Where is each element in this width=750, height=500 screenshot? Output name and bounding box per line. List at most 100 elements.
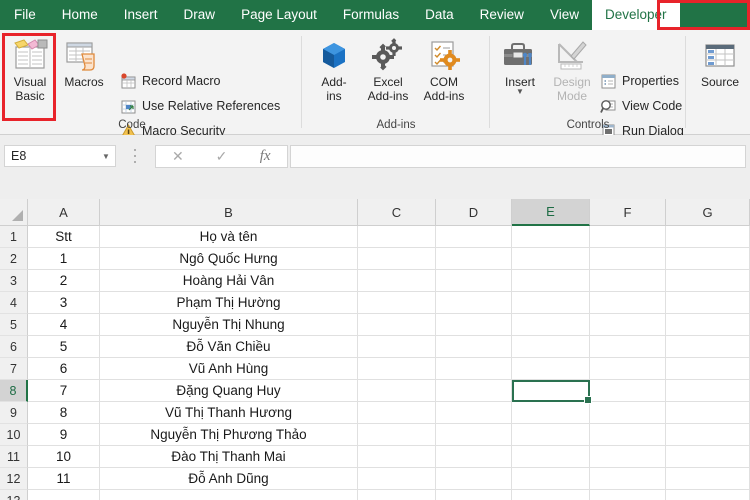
cell-G9[interactable] — [666, 402, 750, 424]
cell-F3[interactable] — [590, 270, 666, 292]
cell-D11[interactable] — [436, 446, 512, 468]
cell-B5[interactable]: Nguyễn Thị Nhung — [100, 314, 358, 336]
properties-button[interactable]: Properties — [600, 70, 679, 92]
macros-button[interactable]: Macros — [58, 34, 110, 89]
cell-D4[interactable] — [436, 292, 512, 314]
row-header-4[interactable]: 4 — [0, 292, 28, 314]
row-header-2[interactable]: 2 — [0, 248, 28, 270]
xml-source-button[interactable]: Source — [694, 34, 746, 89]
cell-A9[interactable]: 8 — [28, 402, 100, 424]
cell-G6[interactable] — [666, 336, 750, 358]
formula-bar-drag-handle[interactable] — [133, 147, 137, 165]
cell-C4[interactable] — [358, 292, 436, 314]
cell-E8[interactable] — [512, 380, 590, 402]
cell-A12[interactable]: 11 — [28, 468, 100, 490]
cell-C5[interactable] — [358, 314, 436, 336]
cell-A7[interactable]: 6 — [28, 358, 100, 380]
cell-B3[interactable]: Hoàng Hải Vân — [100, 270, 358, 292]
cell-G1[interactable] — [666, 226, 750, 248]
cell-A4[interactable]: 3 — [28, 292, 100, 314]
cell-G8[interactable] — [666, 380, 750, 402]
cell-D13[interactable] — [436, 490, 512, 500]
enter-icon[interactable]: ✓ — [200, 148, 244, 165]
cell-B8[interactable]: Đặng Quang Huy — [100, 380, 358, 402]
cell-A8[interactable]: 7 — [28, 380, 100, 402]
cell-E10[interactable] — [512, 424, 590, 446]
cell-E7[interactable] — [512, 358, 590, 380]
cell-F6[interactable] — [590, 336, 666, 358]
cell-F12[interactable] — [590, 468, 666, 490]
cell-C12[interactable] — [358, 468, 436, 490]
cell-D7[interactable] — [436, 358, 512, 380]
column-header-B[interactable]: B — [100, 199, 358, 226]
ribbon-tab-insert[interactable]: Insert — [111, 0, 171, 30]
cell-F1[interactable] — [590, 226, 666, 248]
cell-B1[interactable]: Họ và tên — [100, 226, 358, 248]
cell-G5[interactable] — [666, 314, 750, 336]
cell-C3[interactable] — [358, 270, 436, 292]
formula-input[interactable] — [290, 145, 746, 168]
cell-D8[interactable] — [436, 380, 512, 402]
cell-D3[interactable] — [436, 270, 512, 292]
cell-D5[interactable] — [436, 314, 512, 336]
row-header-1[interactable]: 1 — [0, 226, 28, 248]
cell-F8[interactable] — [590, 380, 666, 402]
cell-D2[interactable] — [436, 248, 512, 270]
cancel-icon[interactable]: ✕ — [156, 148, 200, 165]
cell-E13[interactable] — [512, 490, 590, 500]
cell-G2[interactable] — [666, 248, 750, 270]
visual-basic-button[interactable]: Visual Basic — [4, 34, 56, 103]
ribbon-tab-view[interactable]: View — [537, 0, 592, 30]
cell-D9[interactable] — [436, 402, 512, 424]
cell-F7[interactable] — [590, 358, 666, 380]
addins-button[interactable]: Add- ins — [308, 34, 360, 103]
cell-B2[interactable]: Ngô Quốc Hưng — [100, 248, 358, 270]
cell-F5[interactable] — [590, 314, 666, 336]
insert-control-button[interactable]: Insert ▼ — [494, 34, 546, 96]
cell-B12[interactable]: Đỗ Anh Dũng — [100, 468, 358, 490]
column-header-E[interactable]: E — [512, 199, 590, 226]
column-header-D[interactable]: D — [436, 199, 512, 226]
excel-addins-button[interactable]: Excel Add-ins — [362, 34, 414, 103]
cell-G4[interactable] — [666, 292, 750, 314]
cell-A11[interactable]: 10 — [28, 446, 100, 468]
column-header-F[interactable]: F — [590, 199, 666, 226]
cell-C6[interactable] — [358, 336, 436, 358]
ribbon-tab-developer[interactable]: Developer — [591, 0, 680, 30]
cell-E11[interactable] — [512, 446, 590, 468]
ribbon-tab-home[interactable]: Home — [49, 0, 111, 30]
ribbon-tab-file[interactable]: File — [0, 0, 49, 30]
column-header-A[interactable]: A — [28, 199, 100, 226]
cell-A2[interactable]: 1 — [28, 248, 100, 270]
row-header-6[interactable]: 6 — [0, 336, 28, 358]
cell-G13[interactable] — [666, 490, 750, 500]
cell-F9[interactable] — [590, 402, 666, 424]
ribbon-tab-review[interactable]: Review — [467, 0, 537, 30]
cell-C8[interactable] — [358, 380, 436, 402]
cell-B4[interactable]: Phạm Thị Hường — [100, 292, 358, 314]
row-header-3[interactable]: 3 — [0, 270, 28, 292]
cell-B10[interactable]: Nguyễn Thị Phương Thảo — [100, 424, 358, 446]
cell-A1[interactable]: Stt — [28, 226, 100, 248]
design-mode-button[interactable]: Design Mode — [546, 34, 598, 103]
ribbon-tab-formulas[interactable]: Formulas — [330, 0, 412, 30]
cell-B9[interactable]: Vũ Thị Thanh Hương — [100, 402, 358, 424]
row-header-8[interactable]: 8 — [0, 380, 28, 402]
row-header-12[interactable]: 12 — [0, 468, 28, 490]
row-header-13[interactable]: 13 — [0, 490, 28, 500]
column-header-C[interactable]: C — [358, 199, 436, 226]
cell-D1[interactable] — [436, 226, 512, 248]
cell-B11[interactable]: Đào Thị Thanh Mai — [100, 446, 358, 468]
cell-C9[interactable] — [358, 402, 436, 424]
cell-G3[interactable] — [666, 270, 750, 292]
cell-F13[interactable] — [590, 490, 666, 500]
cell-E12[interactable] — [512, 468, 590, 490]
row-header-9[interactable]: 9 — [0, 402, 28, 424]
cell-E6[interactable] — [512, 336, 590, 358]
cell-G7[interactable] — [666, 358, 750, 380]
name-box[interactable]: E8 ▼ — [4, 145, 116, 167]
row-header-7[interactable]: 7 — [0, 358, 28, 380]
cell-A5[interactable]: 4 — [28, 314, 100, 336]
ribbon-tab-draw[interactable]: Draw — [171, 0, 229, 30]
select-all-corner[interactable] — [0, 199, 28, 226]
